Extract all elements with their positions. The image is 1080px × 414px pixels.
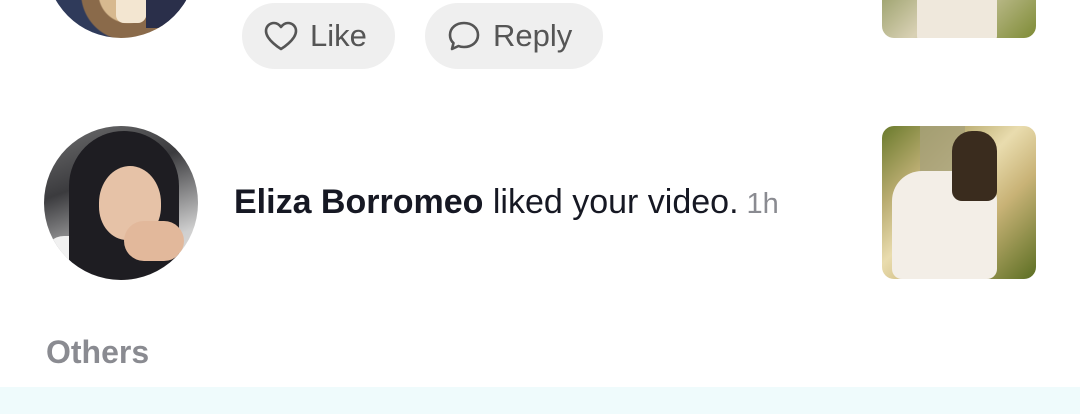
reply-button[interactable]: Reply [425, 3, 603, 69]
previous-video-thumbnail[interactable] [882, 0, 1036, 38]
previous-user-avatar[interactable] [46, 0, 196, 38]
highlighted-notification-row[interactable] [0, 387, 1080, 414]
like-label: Like [310, 18, 367, 53]
reply-label: Reply [493, 18, 573, 53]
section-title-others: Others [46, 334, 150, 370]
notification-text[interactable]: Eliza Borromeo liked your video. 1h [234, 180, 779, 226]
like-button[interactable]: Like [242, 3, 395, 69]
notification-time: 1h [746, 188, 779, 220]
notification-action: liked your video. [492, 183, 739, 221]
username[interactable]: Eliza Borromeo [234, 183, 483, 221]
speech-bubble-icon [447, 20, 481, 52]
video-thumbnail[interactable] [882, 126, 1036, 279]
activity-screen: Like Reply Eliza Borromeo liked your vid… [0, 0, 1080, 414]
user-avatar[interactable] [44, 126, 198, 280]
heart-outline-icon [264, 21, 298, 51]
